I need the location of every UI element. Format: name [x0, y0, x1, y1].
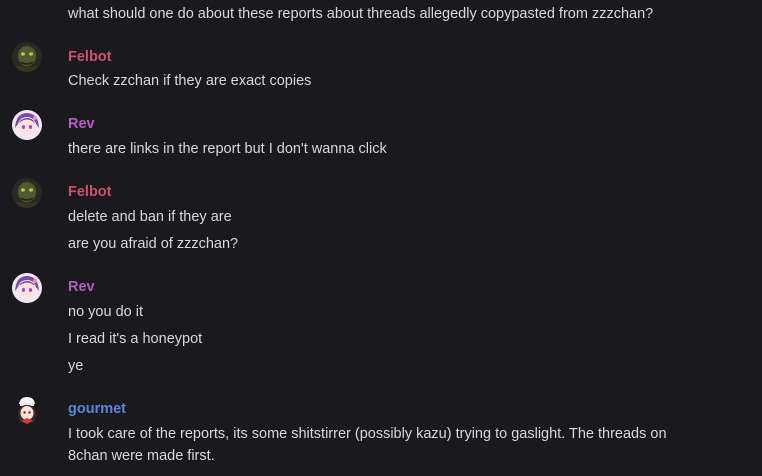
rev-avatar[interactable]	[12, 273, 42, 303]
message-text: delete and ban if they are	[68, 209, 232, 225]
author-name[interactable]: Felbot	[68, 182, 112, 202]
message-text: ye	[68, 358, 84, 374]
message-text: I read it's a honeypot	[68, 331, 203, 347]
rev-avatar[interactable]	[12, 110, 42, 140]
felbot-avatar[interactable]	[12, 42, 42, 72]
message-text: I took care of the reports, its some shi…	[68, 426, 667, 464]
message-text: there are links in the report but I don'…	[68, 141, 387, 157]
anime-girl-avatar-icon	[12, 273, 42, 303]
author-name[interactable]: gourmet	[68, 399, 126, 419]
chef-girl-avatar-icon	[12, 395, 42, 425]
message-text: what should one do about these reports a…	[68, 6, 654, 22]
chat-message-list: what should one do about these reports a…	[0, 0, 762, 476]
message-text: Check zzchan if they are exact copies	[68, 73, 312, 89]
message-text: are you afraid of zzzchan?	[68, 236, 239, 252]
green-monster-avatar-icon	[12, 42, 42, 72]
gourmet-avatar[interactable]	[12, 395, 42, 425]
anime-girl-avatar-icon	[12, 110, 42, 140]
felbot-avatar[interactable]	[12, 178, 42, 208]
author-name[interactable]: Felbot	[68, 47, 112, 67]
green-monster-avatar-icon	[12, 178, 42, 208]
message-text: no you do it	[68, 304, 143, 320]
author-name[interactable]: Rev	[68, 114, 95, 134]
author-name[interactable]: Rev	[68, 277, 95, 297]
